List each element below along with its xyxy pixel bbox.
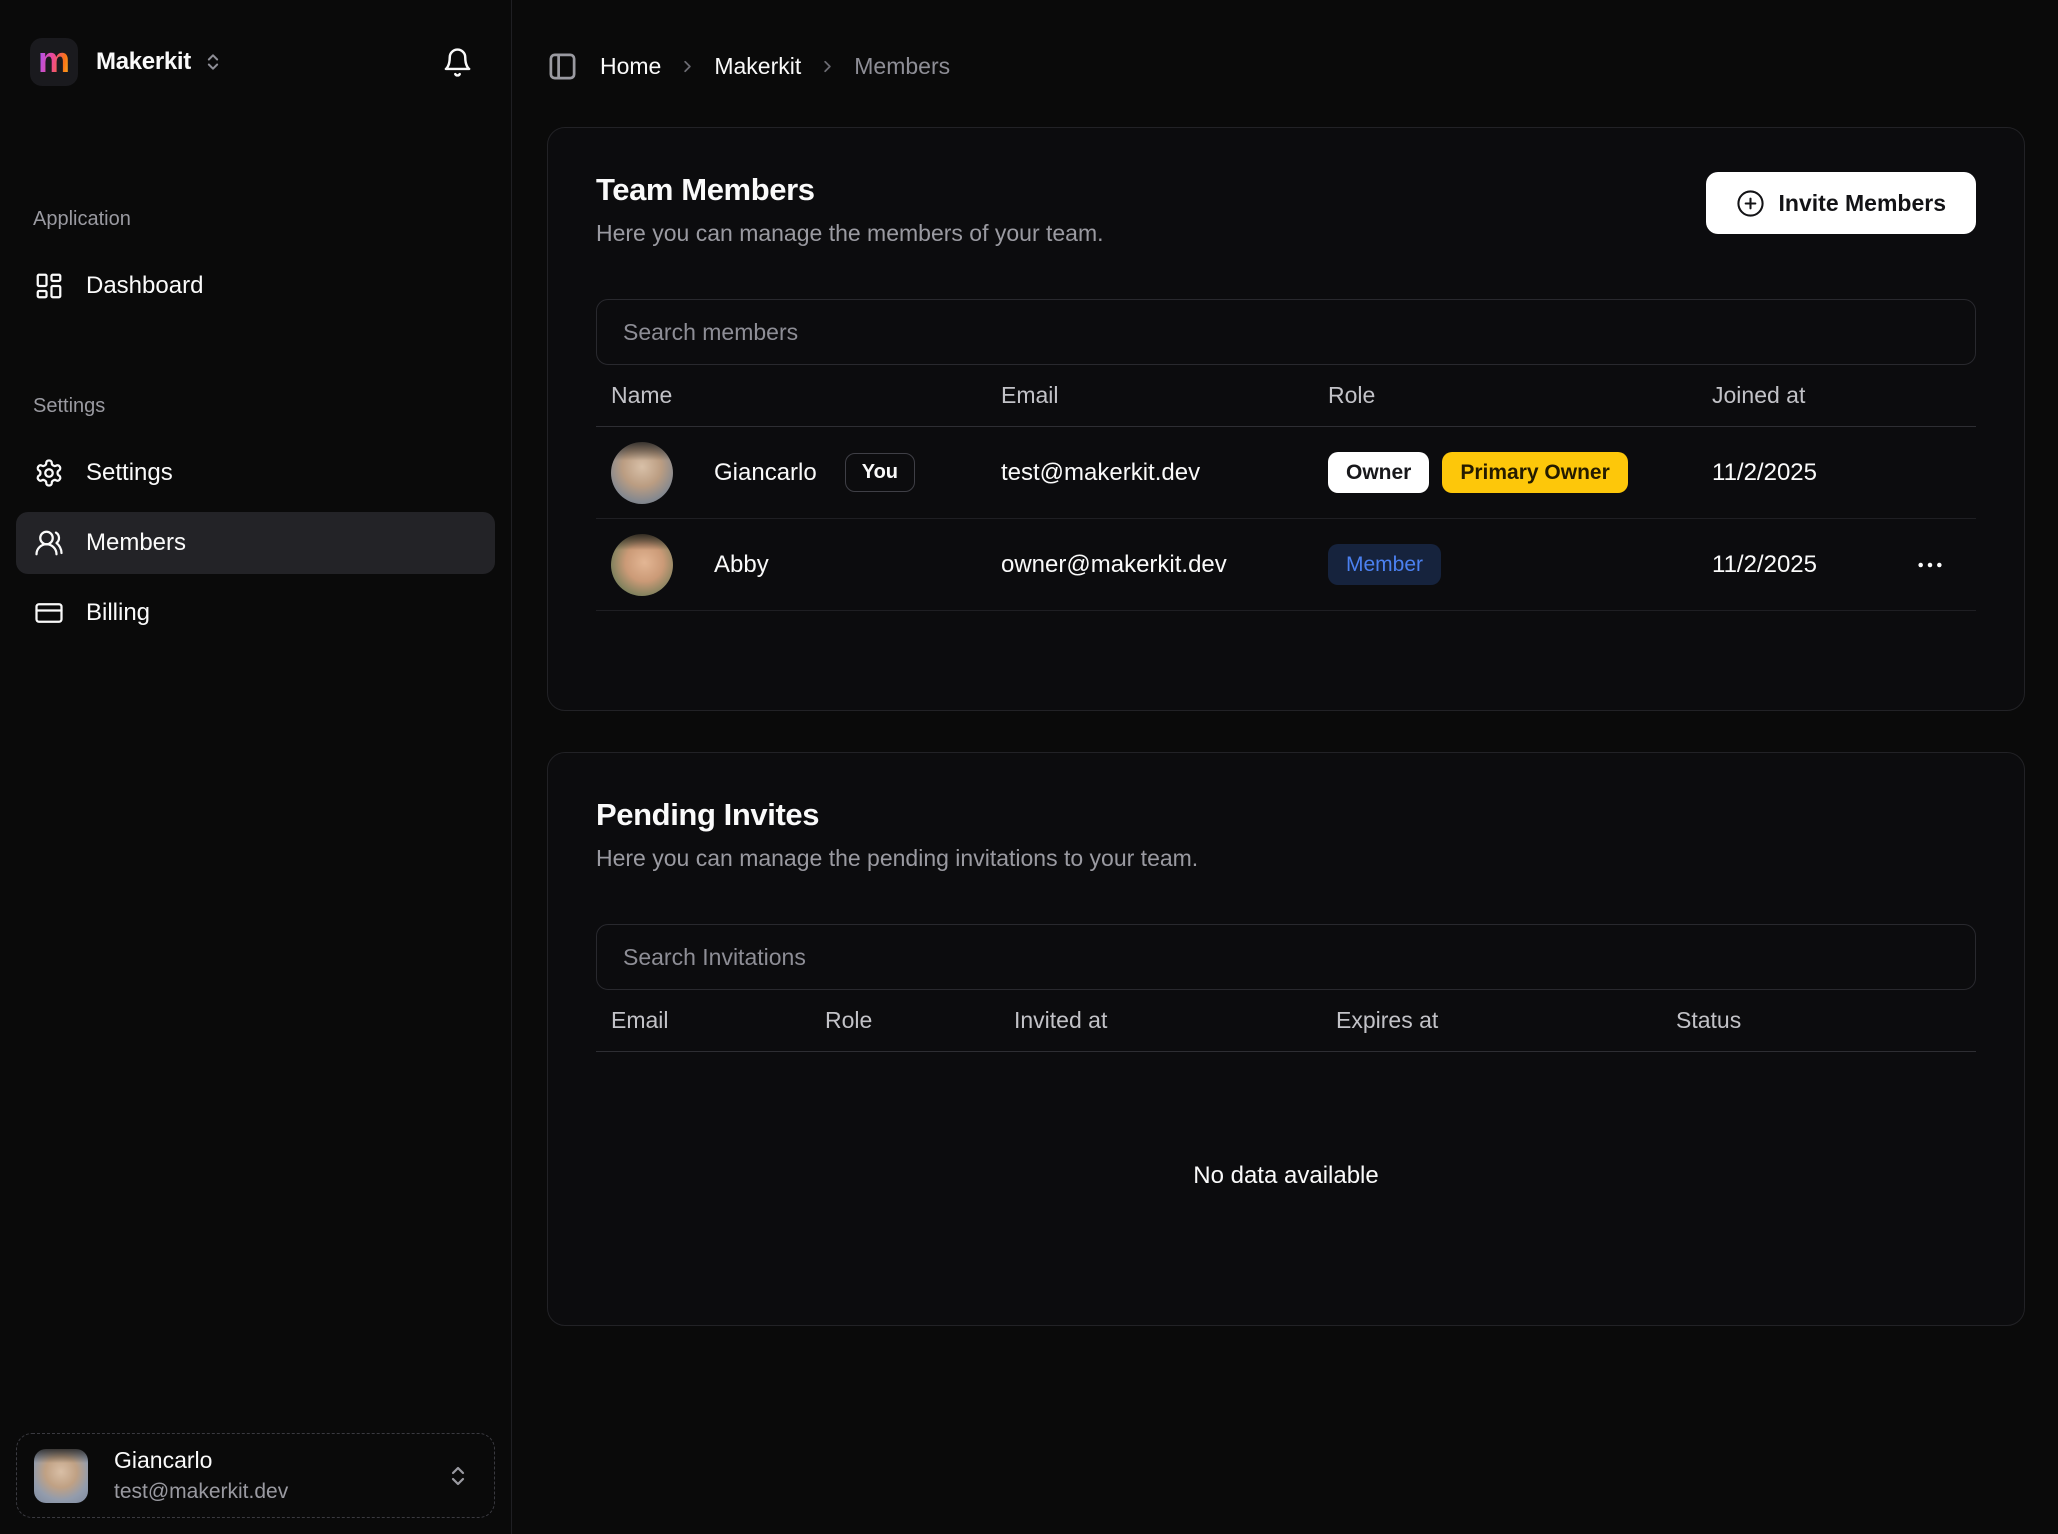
members-table-header: Name Email Role Joined at <box>596 365 1976 427</box>
sidebar-header: m Makerkit <box>0 0 511 86</box>
member-joined-cell: 11/2/2025 <box>1697 459 1976 487</box>
breadcrumb-members: Members <box>854 53 950 80</box>
pending-invites-card: Pending Invites Here you can manage the … <box>547 752 2025 1326</box>
sidebar-item-label: Dashboard <box>86 272 203 300</box>
member-joined-cell: 11/2/2025 <box>1697 549 1976 581</box>
sidebar-toggle-button[interactable] <box>547 51 578 82</box>
role-badge-primary-owner: Primary Owner <box>1442 452 1627 493</box>
role-badge-member: Member <box>1328 544 1441 585</box>
member-role-cell: Member <box>1313 544 1697 585</box>
user-name: Giancarlo <box>114 1447 288 1474</box>
team-members-header: Team Members Here you can manage the mem… <box>596 172 1976 247</box>
table-row: Giancarlo You test@makerkit.dev Owner Pr… <box>596 427 1976 519</box>
ellipsis-icon <box>1914 549 1946 581</box>
member-email: owner@makerkit.dev <box>986 551 1313 579</box>
user-menu[interactable]: Giancarlo test@makerkit.dev <box>16 1433 495 1518</box>
empty-state: No data available <box>596 1052 1976 1300</box>
sidebar: m Makerkit Application Dashboard <box>0 0 512 1534</box>
member-name-cell: Abby <box>596 534 986 596</box>
member-name: Abby <box>714 551 769 579</box>
you-badge: You <box>845 453 915 492</box>
pending-invites-subtitle: Here you can manage the pending invitati… <box>596 845 1198 872</box>
sidebar-nav: Application Dashboard Settings Settings … <box>0 208 511 652</box>
invite-members-button[interactable]: Invite Members <box>1706 172 1976 234</box>
panel-left-icon <box>547 51 578 82</box>
pending-invites-title: Pending Invites <box>596 797 1198 833</box>
column-role: Role <box>810 1007 999 1034</box>
sidebar-item-members[interactable]: Members <box>16 512 495 574</box>
makerkit-logo: m <box>30 38 78 86</box>
brand-name: Makerkit <box>96 48 191 76</box>
joined-date: 11/2/2025 <box>1712 551 1817 579</box>
chevrons-up-down-icon <box>203 52 223 72</box>
avatar <box>611 442 673 504</box>
user-meta: Giancarlo test@makerkit.dev <box>114 1447 288 1504</box>
team-members-heading: Team Members Here you can manage the mem… <box>596 172 1104 247</box>
empty-state-text: No data available <box>1193 1162 1378 1190</box>
member-role-cell: Owner Primary Owner <box>1313 452 1697 493</box>
breadcrumb: Home Makerkit Members <box>600 53 950 80</box>
gear-icon <box>34 458 64 488</box>
user-email: test@makerkit.dev <box>114 1480 288 1504</box>
user-avatar <box>34 1449 88 1503</box>
member-name-cell: Giancarlo You <box>596 442 986 504</box>
column-status: Status <box>1661 1007 1976 1034</box>
table-row: Abby owner@makerkit.dev Member 11/2/2025 <box>596 519 1976 611</box>
column-expires-at: Expires at <box>1321 1007 1661 1034</box>
logo-letter: m <box>38 42 70 78</box>
plus-circle-icon <box>1736 189 1765 218</box>
nav-section-application: Application <box>16 208 495 231</box>
breadcrumb-bar: Home Makerkit Members <box>547 46 2025 86</box>
sidebar-footer: Giancarlo test@makerkit.dev <box>0 1417 511 1534</box>
sidebar-item-label: Settings <box>86 459 173 487</box>
team-members-card: Team Members Here you can manage the mem… <box>547 127 2025 711</box>
sidebar-item-settings[interactable]: Settings <box>16 442 495 504</box>
column-role: Role <box>1313 382 1697 409</box>
breadcrumb-home[interactable]: Home <box>600 53 661 80</box>
sidebar-item-label: Members <box>86 529 186 557</box>
nav-section-settings: Settings <box>16 395 495 418</box>
pending-invites-header: Pending Invites Here you can manage the … <box>596 797 1976 872</box>
invite-members-label: Invite Members <box>1779 190 1946 217</box>
app-root: m Makerkit Application Dashboard <box>0 0 2058 1534</box>
team-members-title: Team Members <box>596 172 1104 208</box>
sidebar-item-dashboard[interactable]: Dashboard <box>16 255 495 317</box>
sidebar-item-label: Billing <box>86 599 150 627</box>
column-joined-at: Joined at <box>1697 382 1976 409</box>
users-icon <box>34 528 64 558</box>
pending-invites-heading: Pending Invites Here you can manage the … <box>596 797 1198 872</box>
column-email: Email <box>986 382 1313 409</box>
search-members-input[interactable] <box>596 299 1976 365</box>
search-invitations-input[interactable] <box>596 924 1976 990</box>
chevrons-up-down-icon <box>446 1464 470 1488</box>
column-invited-at: Invited at <box>999 1007 1321 1034</box>
joined-date: 11/2/2025 <box>1712 459 1817 487</box>
workspace-selector[interactable]: m Makerkit <box>30 38 223 86</box>
invites-table-header: Email Role Invited at Expires at Status <box>596 990 1976 1052</box>
role-badge-owner: Owner <box>1328 452 1429 493</box>
breadcrumb-makerkit[interactable]: Makerkit <box>714 53 801 80</box>
dashboard-icon <box>34 271 64 301</box>
member-name: Giancarlo <box>714 459 817 487</box>
bell-icon <box>442 47 473 78</box>
chevron-right-icon <box>678 57 697 76</box>
row-actions-button[interactable] <box>1914 549 1946 581</box>
column-email: Email <box>596 1007 810 1034</box>
member-email: test@makerkit.dev <box>986 459 1313 487</box>
credit-card-icon <box>34 598 64 628</box>
sidebar-item-billing[interactable]: Billing <box>16 582 495 644</box>
notifications-button[interactable] <box>442 47 473 78</box>
team-members-subtitle: Here you can manage the members of your … <box>596 220 1104 247</box>
chevron-right-icon <box>818 57 837 76</box>
main-content: Home Makerkit Members Team Members Here … <box>512 0 2058 1534</box>
avatar <box>611 534 673 596</box>
column-name: Name <box>596 382 986 409</box>
